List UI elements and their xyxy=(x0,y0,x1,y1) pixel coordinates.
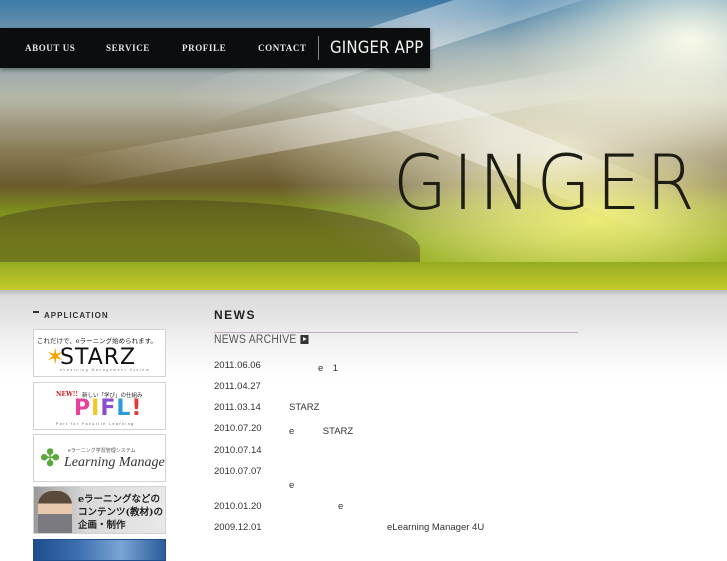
news-text-continuation: e xyxy=(289,480,295,491)
starz-logo: STARZ xyxy=(60,345,137,370)
news-archive-link[interactable]: NEWS ARCHIVE xyxy=(214,334,309,346)
nav-service[interactable]: SERVICE xyxy=(106,43,150,53)
site-logo[interactable]: GINGER APP xyxy=(330,38,423,58)
banner-pifl[interactable]: NEW!! 新しい「学び」の仕組み PIFL! Port for Favorit… xyxy=(33,382,166,430)
news-date: 2010.01.20 xyxy=(214,501,262,512)
banner-learning-manager[interactable]: ✤ eラーニング学習管理システム Learning Manager 4U xyxy=(33,434,166,482)
news-text: e 1 xyxy=(318,363,339,374)
news-date: 2009.12.01 xyxy=(214,522,262,533)
top-navigation: ABOUT US SERVICE PROFILE CONTACT GINGER … xyxy=(0,28,430,68)
news-date: 2011.04.27 xyxy=(214,381,261,392)
nav-divider xyxy=(318,36,319,60)
content-line: eラーニングなどの xyxy=(78,494,161,505)
sidebar-applications: APPLICATION これだけで、eラーニング始められます。 ✶ STARZ … xyxy=(33,308,166,561)
hero-title-text: GINGER A xyxy=(393,138,727,227)
nav-contact[interactable]: CONTACT xyxy=(258,43,307,53)
banner-starz[interactable]: これだけで、eラーニング始められます。 ✶ STARZ eLearning Ma… xyxy=(33,329,166,377)
content-production-text: eラーニングなどの コンテンツ(教材)の 企画・制作 xyxy=(78,493,163,532)
sidebar-heading-text: APPLICATION xyxy=(44,310,109,320)
news-heading: NEWS xyxy=(214,308,256,322)
news-date: 2011.03.14 xyxy=(214,402,261,413)
pifl-subtitle: Port for Favorite Learning xyxy=(56,422,135,426)
content-line: 企画・制作 xyxy=(78,520,126,531)
content-line: コンテンツ(教材)の xyxy=(78,507,163,518)
hero-title: GINGER A xyxy=(393,138,727,227)
news-date: 2010.07.07 xyxy=(214,466,262,477)
news-text: e STARZ xyxy=(289,426,354,437)
pifl-logo: PIFL! xyxy=(74,396,143,421)
news-section: NEWS NEWS ARCHIVE 2011.06.06 e 1 2011.04… xyxy=(214,308,578,533)
grass-field xyxy=(0,262,727,290)
starz-subtitle: eLearning Management System xyxy=(60,368,151,372)
lm-tagline: eラーニング学習管理システム xyxy=(68,448,136,454)
news-text: STARZ xyxy=(289,402,320,413)
news-archive-label: NEWS ARCHIVE xyxy=(214,334,297,346)
banner-next[interactable] xyxy=(33,539,166,561)
arrow-right-icon xyxy=(300,335,309,344)
sidebar-heading: APPLICATION xyxy=(33,308,166,322)
news-text: e xyxy=(338,501,344,512)
person-photo xyxy=(38,491,72,533)
banner-content-production[interactable]: eラーニングなどの コンテンツ(教材)の 企画・制作 xyxy=(33,486,166,534)
nav-profile[interactable]: PROFILE xyxy=(182,43,226,53)
news-date: 2010.07.20 xyxy=(214,423,262,434)
dash-icon xyxy=(33,311,39,313)
news-archive-row: NEWS ARCHIVE xyxy=(214,332,578,351)
news-date: 2010.07.14 xyxy=(214,445,262,456)
lm-logo: Learning Manager 4U xyxy=(64,455,166,470)
clover-icon: ✤ xyxy=(40,445,61,472)
nav-about-us[interactable]: ABOUT US xyxy=(25,43,75,53)
news-date: 2011.06.06 xyxy=(214,360,261,371)
news-text: eLearning Manager 4U xyxy=(387,522,485,533)
